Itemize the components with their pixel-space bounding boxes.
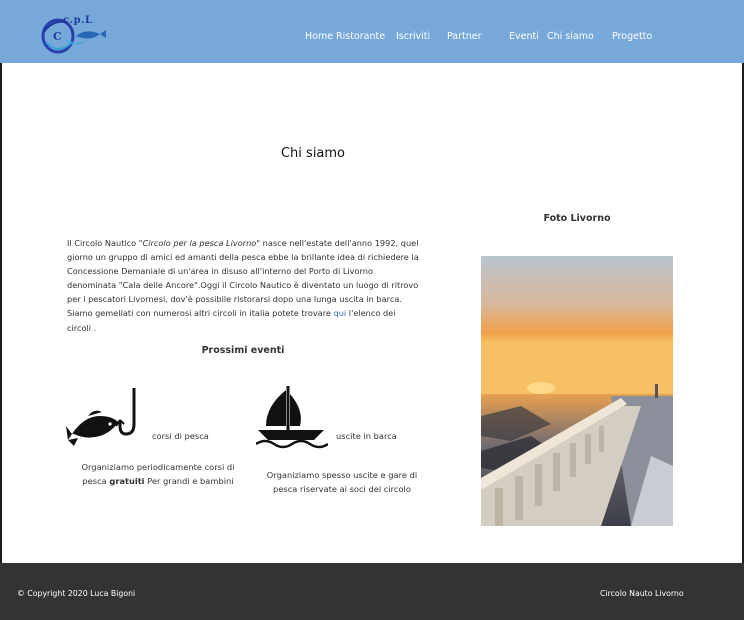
- nav-chi-siamo[interactable]: Chi siamo: [547, 31, 594, 42]
- logo-text: c.p.L: [63, 15, 93, 26]
- event-label-uscite: uscite in barca: [336, 431, 397, 441]
- main-nav: Home Ristorante Iscriviti Partner Eventi…: [0, 31, 744, 45]
- intro-text-2: nasce nell'estate dell'anno 1992, quel g…: [67, 238, 419, 319]
- fish-hook-icon: [66, 386, 138, 456]
- photo-title: Foto Livorno: [543, 213, 611, 224]
- event-desc-corsi: Organiziamo periodicamente corsi di pesc…: [78, 461, 238, 488]
- page-title: Chi siamo: [280, 146, 346, 161]
- page-border-left: [0, 63, 2, 563]
- site-header: C c.p.L Home Ristorante Iscriviti Partne…: [0, 0, 744, 63]
- event-desc-uscite: Organiziamo spesso uscite e gare di pesc…: [266, 470, 418, 494]
- sailboat-icon: [255, 384, 329, 454]
- copyright-text: © Copyright 2020 Luca Bigoni: [17, 589, 136, 598]
- club-name: "Circolo per la pesca Livorno": [138, 238, 261, 248]
- livorno-photo: [481, 256, 673, 526]
- nav-partner[interactable]: Partner: [447, 31, 482, 42]
- nav-progetto[interactable]: Progetto: [612, 31, 652, 42]
- free-highlight: gratuiti: [109, 475, 145, 486]
- intro-text-1: Il Circolo Nautico: [67, 238, 139, 248]
- site-footer: © Copyright 2020 Luca Bigoni Circolo Nau…: [0, 563, 744, 620]
- events-heading: Prossimi eventi: [201, 345, 285, 356]
- clubs-list-link[interactable]: qui: [334, 308, 347, 318]
- event-label-corsi: corsi di pesca: [152, 431, 209, 441]
- nav-iscriviti[interactable]: Iscriviti: [396, 31, 430, 42]
- nav-eventi[interactable]: Eventi: [509, 31, 539, 42]
- nav-home[interactable]: Home: [305, 31, 333, 42]
- intro-paragraph: Il Circolo Nautico "Circolo per la pesca…: [67, 236, 419, 335]
- footer-brand: Circolo Nauto Livorno: [600, 589, 684, 598]
- event-desc-corsi-text-2: Per grandi e bambini: [144, 475, 234, 486]
- nav-ristorante[interactable]: Ristorante: [336, 31, 385, 42]
